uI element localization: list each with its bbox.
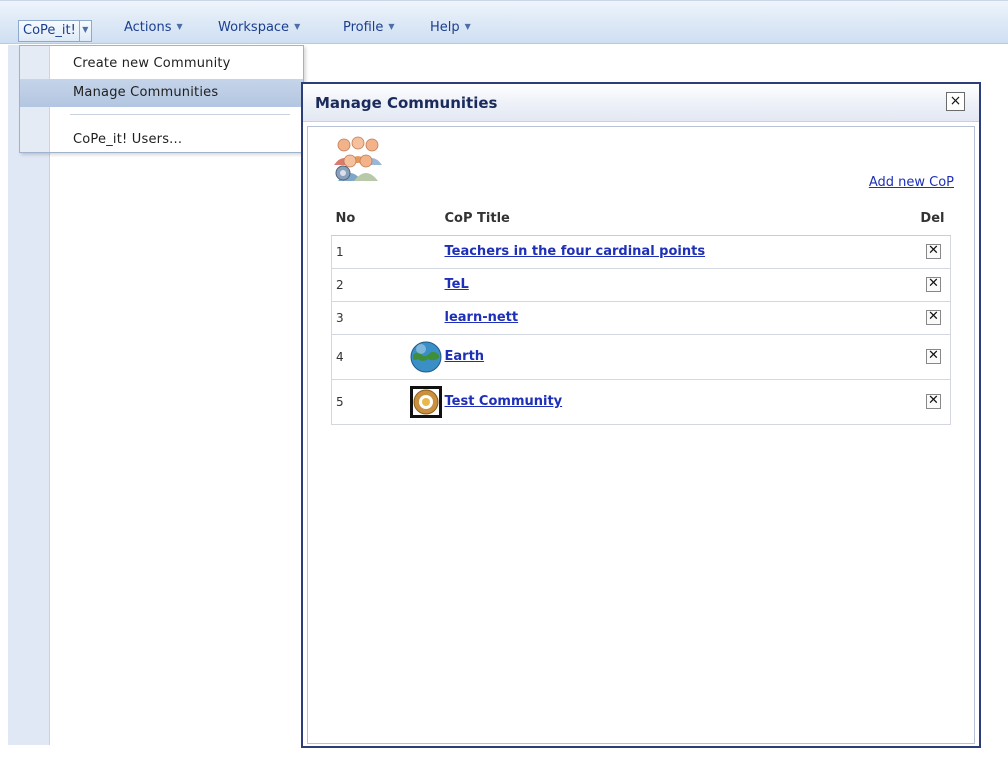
row-number: 5	[331, 379, 390, 425]
menu-cope-it[interactable]: CoPe_it! ▼	[18, 20, 92, 42]
row-icon-cell	[389, 235, 444, 269]
delete-icon[interactable]: ✕	[926, 349, 941, 364]
sun-badge-icon	[409, 385, 442, 418]
table-row: 4 Earth ✕	[331, 334, 951, 380]
menu-cope-it-label: CoPe_it!	[23, 23, 76, 38]
cop-title-link[interactable]: Teachers in the four cardinal points	[445, 244, 706, 259]
menu-help[interactable]: Help ▼	[430, 18, 471, 40]
row-number: 2	[331, 268, 390, 302]
menu-actions-label: Actions	[124, 20, 172, 35]
header-del: Del	[910, 203, 951, 236]
row-icon-cell	[389, 379, 444, 425]
table-row: 2 TeL ✕	[331, 268, 951, 302]
cop-title-link[interactable]: learn-nett	[445, 310, 519, 325]
row-number: 4	[331, 334, 390, 380]
row-number: 3	[331, 301, 390, 335]
menu-actions[interactable]: Actions ▼	[124, 18, 183, 40]
row-icon-cell	[389, 268, 444, 302]
menu-profile[interactable]: Profile ▼	[343, 18, 395, 40]
row-number: 1	[331, 235, 390, 269]
cop-title-link[interactable]: Earth	[445, 349, 485, 364]
chevron-down-icon: ▼	[176, 22, 183, 31]
manage-communities-window: Manage Communities × Add new CoP No CoP	[301, 82, 981, 748]
chevron-down-icon: ▼	[294, 22, 301, 31]
menu-workspace-label: Workspace	[218, 20, 290, 35]
menu-item-manage-communities[interactable]: Manage Communities	[20, 79, 303, 107]
delete-icon[interactable]: ✕	[926, 277, 941, 292]
menu-item-cope-it-users[interactable]: CoPe_it! Users...	[20, 126, 303, 154]
chevron-down-icon: ▼	[82, 25, 89, 34]
chevron-down-icon: ▼	[464, 22, 471, 31]
close-icon: ×	[949, 93, 962, 109]
row-icon-cell	[389, 301, 444, 335]
chevron-down-icon: ▼	[388, 22, 395, 31]
menu-item-create-community[interactable]: Create new Community	[20, 50, 303, 78]
window-title: Manage Communities	[315, 94, 498, 112]
row-icon-cell	[389, 334, 444, 380]
cop-title-link[interactable]: Test Community	[445, 394, 563, 409]
people-group-icon	[334, 136, 382, 181]
header-no: No	[331, 203, 390, 236]
table-row: 5 Test Community ✕	[331, 379, 951, 425]
table-header-row: No CoP Title Del	[331, 203, 951, 236]
cope-it-dropdown-menu: Create new Community Manage Communities …	[19, 45, 304, 153]
menu-cope-it-split[interactable]: ▼	[78, 21, 91, 41]
menu-help-label: Help	[430, 20, 460, 35]
delete-icon[interactable]: ✕	[926, 310, 941, 325]
cop-title-link[interactable]: TeL	[445, 277, 469, 292]
table-row: 1 Teachers in the four cardinal points ✕	[331, 235, 951, 269]
add-new-cop-link[interactable]: Add new CoP	[869, 175, 954, 190]
menu-workspace[interactable]: Workspace ▼	[218, 18, 300, 40]
delete-icon[interactable]: ✕	[926, 244, 941, 259]
earth-icon	[410, 341, 441, 372]
menu-profile-label: Profile	[343, 20, 384, 35]
communities-table: No CoP Title Del 1 Teachers in the four …	[331, 203, 951, 425]
header-cop-title: CoP Title	[443, 203, 911, 236]
window-titlebar: Manage Communities ×	[303, 84, 979, 122]
delete-icon[interactable]: ✕	[926, 394, 941, 409]
window-body: Add new CoP No CoP Title Del 1 Teachers …	[307, 126, 975, 744]
close-button[interactable]: ×	[946, 92, 965, 111]
table-row: 3 learn-nett ✕	[331, 301, 951, 335]
dropdown-separator	[70, 114, 290, 115]
header-icon-spacer	[389, 203, 444, 236]
menu-bar: CoPe_it! ▼ Actions ▼ Workspace ▼ Profile ▼ H…	[0, 0, 1008, 44]
